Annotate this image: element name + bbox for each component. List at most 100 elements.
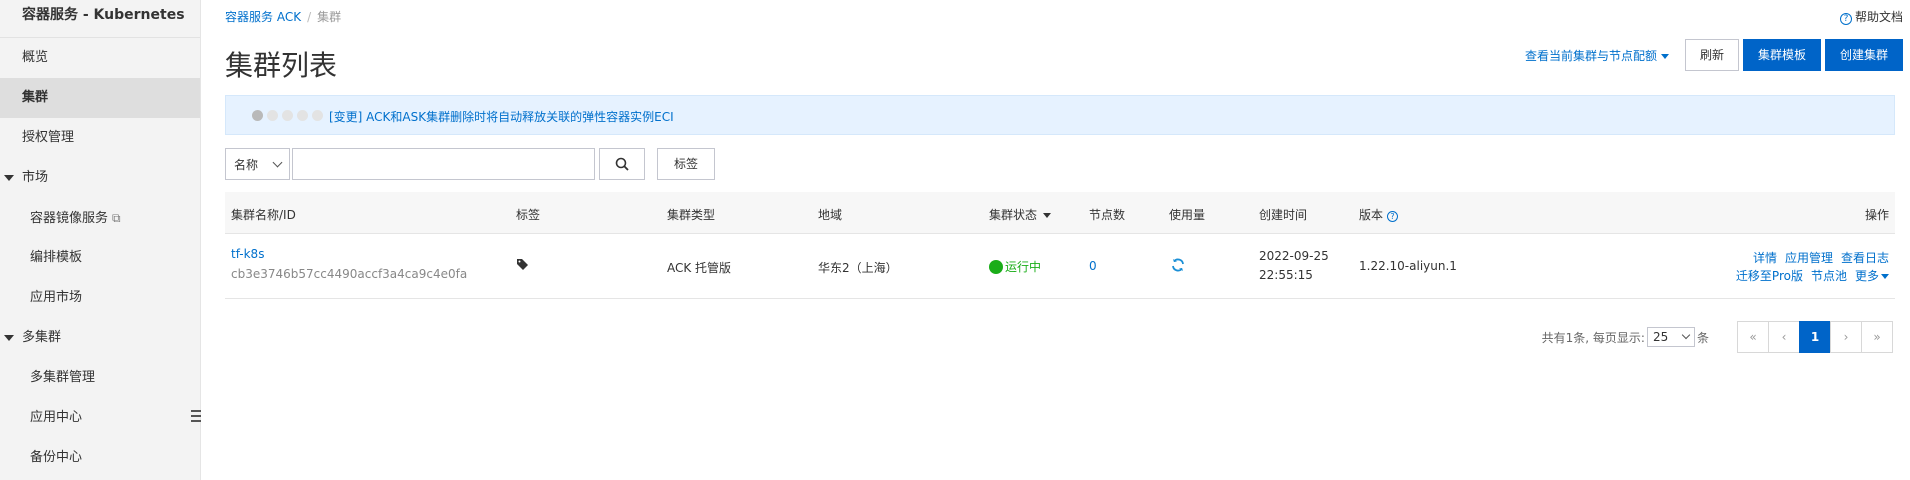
page-1-button[interactable]: 1 (1799, 321, 1831, 353)
next-page-button[interactable]: › (1830, 321, 1862, 353)
more-label: 更多 (1854, 269, 1879, 283)
caret-down-icon (1881, 274, 1889, 279)
sidebar-item-authorization[interactable]: 授权管理 (0, 118, 200, 158)
quota-link-label: 查看当前集群与节点配额 (1524, 48, 1657, 63)
created-date: 2022-09-25 (1259, 249, 1329, 263)
header-status-label: 集群状态 (989, 208, 1038, 222)
caret-down-icon (4, 174, 14, 181)
search-input[interactable] (292, 148, 595, 180)
header-version-label: 版本 (1359, 208, 1384, 222)
search-icon (615, 157, 629, 171)
tag-filter-button[interactable]: 标签 (657, 148, 716, 180)
question-circle-icon: ? (1839, 13, 1852, 25)
sidebar-title: 容器服务 - Kubernetes (0, 0, 200, 38)
sidebar-item-app-center[interactable]: 应用中心 (0, 398, 200, 438)
sidebar-group-label: 多集群 (22, 330, 62, 345)
help-docs-label: 帮助文档 (1854, 10, 1903, 24)
header-name: 集群名称/ID (231, 208, 296, 222)
view-logs-link[interactable]: 查看日志 (1841, 251, 1889, 265)
cluster-region: 华东2（上海） (818, 261, 898, 275)
status-text: 运行中 (1005, 260, 1042, 274)
header-created: 创建时间 (1259, 208, 1308, 222)
more-dropdown[interactable]: 更多 (1855, 269, 1889, 283)
create-cluster-button[interactable]: 创建集群 (1824, 39, 1903, 71)
notice-banner: [变更] ACK和ASK集群删除时将自动释放关联的弹性容器实例ECI (225, 95, 1895, 135)
pagination: 共有1条, 每页显示: 25 条 « ‹ 1 › » (1542, 321, 1893, 353)
sidebar-collapse-icon[interactable] (191, 410, 201, 425)
chevron-down-icon (272, 157, 283, 167)
external-link-icon: ⧉ (112, 211, 121, 225)
app-management-link[interactable]: 应用管理 (1785, 251, 1833, 265)
breadcrumb-separator: / (307, 10, 312, 24)
search-field-select[interactable]: 名称 (225, 148, 290, 180)
help-docs-link[interactable]: ? 帮助文档 (1839, 8, 1903, 25)
first-page-button[interactable]: « (1737, 321, 1769, 353)
app-root: 容器服务 - Kubernetes 概览 集群 授权管理 市场 容器镜像服务 ⧉ … (0, 0, 1910, 480)
sidebar-item-templates[interactable]: 编排模板 (0, 238, 200, 278)
search-field-value: 名称 (234, 157, 259, 172)
table-header: 集群名称/ID 标签 集群类型 地域 集群状态 节点数 使用量 创建时间 版本?… (225, 192, 1895, 234)
cluster-id: cb3e3746b57cc4490accf3a4ca9c4e0fa (231, 267, 468, 281)
header-status[interactable]: 集群状态 (989, 206, 1052, 223)
notice-link[interactable]: [变更] ACK和ASK集群删除时将自动释放关联的弹性容器实例ECI (329, 108, 674, 125)
header-tags: 标签 (516, 208, 541, 222)
cluster-table: 集群名称/ID 标签 集群类型 地域 集群状态 节点数 使用量 创建时间 版本?… (225, 192, 1895, 299)
sort-down-icon (1043, 213, 1052, 218)
sidebar-item-overview[interactable]: 概览 (0, 38, 200, 78)
carousel-dot-1[interactable] (252, 110, 263, 121)
detail-link[interactable]: 详情 (1753, 251, 1777, 265)
cluster-template-button[interactable]: 集群模板 (1742, 39, 1821, 71)
header-region: 地域 (818, 208, 843, 222)
sidebar-group-label: 市场 (22, 170, 49, 185)
caret-down-icon (1660, 53, 1669, 59)
page-size-select[interactable]: 25 (1646, 327, 1695, 347)
carousel-dot-2[interactable] (267, 110, 278, 121)
cluster-name-link[interactable]: tf-k8s (231, 247, 264, 261)
created-time: 22:55:15 (1259, 268, 1313, 282)
sidebar-item-multi-cluster-management[interactable]: 多集群管理 (0, 358, 200, 398)
carousel-dots (252, 110, 327, 121)
node-pool-link[interactable]: 节点池 (1811, 269, 1847, 283)
sidebar-item-clusters[interactable]: 集群 (0, 78, 200, 118)
quota-dropdown-link[interactable]: 查看当前集群与节点配额 (1525, 47, 1669, 64)
chevron-down-icon (1681, 330, 1691, 340)
carousel-dot-4[interactable] (297, 110, 308, 121)
sidebar: 容器服务 - Kubernetes 概览 集群 授权管理 市场 容器镜像服务 ⧉ … (0, 0, 201, 480)
question-circle-icon[interactable]: ? (1387, 211, 1399, 222)
header-ops: 操作 (1864, 208, 1889, 222)
pagination-unit: 条 (1696, 330, 1709, 345)
caret-down-icon (4, 334, 14, 341)
header-usage: 使用量 (1169, 208, 1206, 222)
breadcrumb-root-link[interactable]: 容器服务 ACK (225, 10, 301, 24)
sidebar-item-backup-center[interactable]: 备份中心 (0, 438, 200, 478)
carousel-dot-3[interactable] (282, 110, 293, 121)
migrate-pro-link[interactable]: 迁移至Pro版 (1736, 269, 1803, 283)
status-dot-icon (989, 259, 1003, 274)
node-count-link[interactable]: 0 (1089, 259, 1097, 273)
pagination-total: 共有1条, 每页显示: (1541, 330, 1645, 345)
main-content: 容器服务 ACK / 集群 ? 帮助文档 集群列表 查看当前集群与节点配额 刷新 集群… (225, 0, 1903, 480)
search-button[interactable] (599, 148, 645, 180)
sidebar-item-label: 容器镜像服务 (30, 211, 109, 226)
cluster-version: 1.22.10-aliyun.1 (1359, 259, 1457, 273)
table-row: tf-k8s cb3e3746b57cc4490accf3a4ca9c4e0fa… (225, 234, 1895, 299)
refresh-button[interactable]: 刷新 (1684, 39, 1739, 71)
prev-page-button[interactable]: ‹ (1768, 321, 1800, 353)
last-page-button[interactable]: » (1861, 321, 1893, 353)
refresh-usage-icon[interactable] (1171, 258, 1185, 275)
header-version: 版本? (1359, 206, 1399, 223)
tag-icon[interactable] (516, 258, 530, 273)
sidebar-group-multi-cluster[interactable]: 多集群 (0, 318, 200, 358)
toolbar: 查看当前集群与节点配额 刷新 集群模板 创建集群 (1525, 39, 1903, 71)
sidebar-group-market[interactable]: 市场 (0, 158, 200, 198)
breadcrumb: 容器服务 ACK / 集群 (225, 8, 341, 25)
carousel-dot-5[interactable] (312, 110, 323, 121)
row-actions: 详情 应用管理 查看日志 迁移至Pro版 节点池 更多 (1728, 249, 1889, 285)
sidebar-item-container-registry[interactable]: 容器镜像服务 ⧉ (0, 198, 200, 238)
header-type: 集群类型 (667, 208, 716, 222)
breadcrumb-current: 集群 (317, 10, 342, 24)
search-bar: 名称 标签 (225, 148, 716, 180)
header-nodes: 节点数 (1089, 208, 1126, 222)
sidebar-item-app-market[interactable]: 应用市场 (0, 278, 200, 318)
status-badge: 运行中 (989, 258, 1041, 275)
